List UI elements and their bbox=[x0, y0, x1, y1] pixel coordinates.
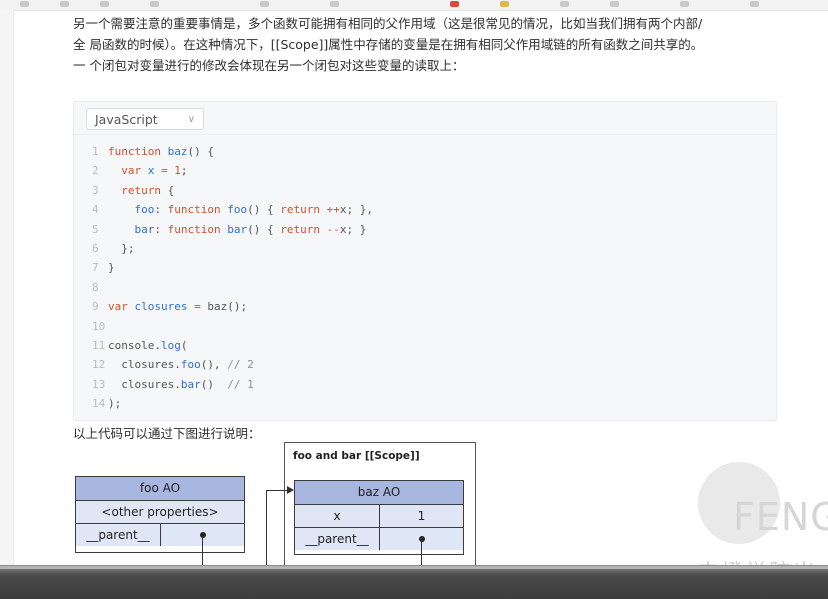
progress-track[interactable] bbox=[0, 566, 828, 569]
baz-ao-box: baz AO x 1 __parent__ bbox=[294, 480, 464, 555]
code-block: JavaScript ∨ 1 function baz() { 2 var x =… bbox=[73, 101, 777, 421]
toolbar-icon[interactable] bbox=[750, 1, 759, 7]
toolbar-icon[interactable] bbox=[330, 1, 339, 7]
scope-title: foo and bar [[Scope]] bbox=[293, 450, 420, 462]
baz-ao-parent-key: __parent__ bbox=[305, 532, 369, 546]
cell-divider bbox=[379, 528, 380, 550]
language-select[interactable]: JavaScript ∨ bbox=[86, 108, 204, 130]
foo-ao-title: foo AO bbox=[76, 477, 244, 501]
top-toolbar bbox=[0, 0, 828, 11]
connector-line bbox=[202, 538, 203, 566]
toolbar-icon[interactable] bbox=[260, 1, 269, 7]
toolbar-icon[interactable] bbox=[20, 1, 29, 7]
watermark-brand: FENG bbox=[733, 495, 828, 539]
toolbar-icon[interactable] bbox=[500, 1, 509, 7]
pointer-dot bbox=[200, 532, 206, 538]
pointer-dot bbox=[419, 536, 425, 542]
foo-ao-box: foo AO <other properties> __parent__ bbox=[75, 476, 245, 553]
toolbar-icon[interactable] bbox=[450, 1, 459, 7]
paragraph-line: 另一个需要注意的重要事情是，多个函数可能拥有相同的父作用域（这是很常见的情况，比… bbox=[73, 16, 703, 31]
chevron-down-icon: ∨ bbox=[187, 114, 195, 125]
foo-ao-row: <other properties> bbox=[76, 501, 244, 524]
toolbar-icon[interactable] bbox=[680, 1, 689, 7]
paragraph-line: 全 局函数的时候）。在这种情况下，[[Scope]]属性中存储的变量是在拥有相同… bbox=[73, 37, 704, 52]
foo-ao-other-properties: <other properties> bbox=[101, 505, 219, 519]
language-label: JavaScript bbox=[95, 112, 158, 127]
left-rail bbox=[0, 10, 14, 575]
toolbar-icon[interactable] bbox=[610, 1, 619, 7]
diagram-caption: 以上代码可以通过下图进行说明： bbox=[73, 426, 261, 441]
baz-ao-row: __parent__ bbox=[295, 528, 463, 550]
baz-ao-row: x 1 bbox=[295, 505, 463, 528]
article-paragraph: 另一个需要注意的重要事情是，多个函数可能拥有相同的父作用域（这是很常见的情况，比… bbox=[73, 13, 773, 76]
video-player-bar[interactable] bbox=[0, 565, 828, 599]
foo-ao-parent-key: __parent__ bbox=[86, 528, 150, 542]
toolbar-icon[interactable] bbox=[60, 1, 69, 7]
toolbar-icon[interactable] bbox=[100, 1, 109, 7]
toolbar-icon[interactable] bbox=[150, 1, 159, 7]
baz-ao-x-key: x bbox=[333, 509, 341, 523]
foo-ao-row: __parent__ bbox=[76, 524, 244, 546]
connector-line bbox=[266, 490, 287, 491]
code-content: 1 function baz() { 2 var x = 1; 3 return … bbox=[92, 145, 373, 411]
connector-line bbox=[421, 538, 422, 566]
code-divider bbox=[74, 134, 776, 135]
scope-diagram: foo AO <other properties> __parent__ foo… bbox=[73, 442, 493, 584]
baz-ao-x-value: 1 bbox=[417, 509, 426, 523]
cell-divider bbox=[160, 524, 161, 546]
baz-ao-title: baz AO bbox=[295, 481, 463, 505]
paragraph-line: 一 个闭包对变量进行的修改会体现在另一个闭包对这些变量的读取上： bbox=[73, 58, 465, 73]
arrow-right-icon bbox=[287, 486, 294, 494]
toolbar-icon[interactable] bbox=[560, 1, 569, 7]
